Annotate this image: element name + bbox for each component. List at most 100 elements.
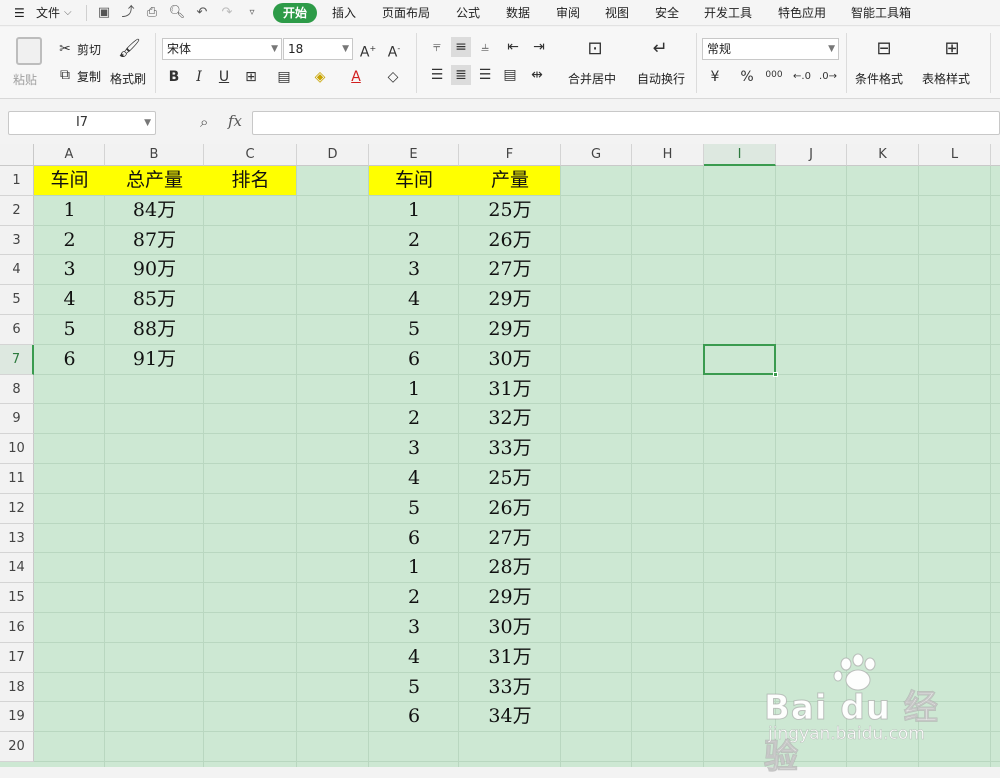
table1-cell[interactable] — [204, 226, 297, 256]
table1-cell[interactable]: 1 — [34, 196, 105, 226]
conditional-format-button[interactable]: 条件格式 — [855, 70, 903, 87]
justify-icon[interactable]: ▤ — [500, 65, 520, 85]
save-icon[interactable]: ▣ — [95, 4, 113, 22]
cut-button[interactable]: 剪切 — [77, 41, 101, 58]
tab-formulas[interactable]: 公式 — [456, 0, 480, 26]
table1-cell[interactable]: 88万 — [105, 315, 204, 345]
table1-cell[interactable]: 87万 — [105, 226, 204, 256]
export-icon[interactable]: ⤴ — [119, 4, 137, 22]
row-header-19[interactable]: 19 — [0, 702, 34, 733]
table1-cell[interactable]: 91万 — [105, 345, 204, 375]
table1-header-cell[interactable]: 排名 — [204, 166, 297, 196]
table2-cell[interactable]: 3 — [369, 613, 459, 643]
format-painter-icon[interactable]: 🖌︎ — [118, 39, 141, 59]
font-name-select[interactable]: 宋体 ▼ — [162, 38, 282, 60]
file-menu[interactable]: 文件 — [36, 0, 60, 26]
zoom-lookup-icon[interactable]: ⌕ — [200, 113, 208, 131]
table2-cell[interactable]: 5 — [369, 494, 459, 524]
row-header-2[interactable]: 2 — [0, 195, 34, 226]
align-top-icon[interactable]: ⫧ — [427, 37, 447, 57]
table1-cell[interactable]: 6 — [34, 345, 105, 375]
row-header-17[interactable]: 17 — [0, 642, 34, 673]
name-box[interactable]: I7 ▼ — [8, 111, 156, 135]
clear-format-icon[interactable]: ◇ — [383, 67, 403, 87]
table2-cell[interactable]: 29万 — [459, 285, 561, 315]
column-header-h[interactable]: H — [632, 144, 704, 166]
column-header-partial[interactable] — [991, 144, 1000, 166]
column-header-e[interactable]: E — [369, 144, 459, 166]
decrease-indent-icon[interactable]: ⇤ — [503, 37, 523, 57]
tab-review[interactable]: 审阅 — [556, 0, 580, 26]
fill-color-icon[interactable]: ◈ — [310, 67, 330, 87]
align-center-icon[interactable]: ≣ — [451, 65, 471, 85]
table2-cell[interactable]: 25万 — [459, 196, 561, 226]
currency-icon[interactable]: ¥ — [705, 67, 725, 87]
align-right-icon[interactable]: ☰ — [475, 65, 495, 85]
italic-button[interactable]: I — [189, 67, 209, 87]
row-header-4[interactable]: 4 — [0, 255, 34, 286]
copy-icon[interactable]: ⧉ — [55, 65, 75, 85]
decrease-decimal-icon[interactable]: .0→ — [816, 67, 840, 87]
tab-view[interactable]: 视图 — [605, 0, 629, 26]
tab-data[interactable]: 数据 — [506, 0, 530, 26]
chevron-down-icon[interactable]: ▼ — [144, 112, 151, 134]
hamburger-menu-icon[interactable]: ☰ — [14, 0, 25, 26]
table2-cell[interactable]: 3 — [369, 434, 459, 464]
table2-cell[interactable]: 6 — [369, 524, 459, 554]
fx-icon[interactable]: fx — [228, 112, 242, 130]
column-header-d[interactable]: D — [297, 144, 369, 166]
column-header-i[interactable]: I — [704, 144, 776, 166]
table2-cell[interactable]: 1 — [369, 375, 459, 405]
row-header-5[interactable]: 5 — [0, 285, 34, 315]
bold-button[interactable]: B — [164, 67, 184, 87]
row-header-6[interactable]: 6 — [0, 315, 34, 345]
column-header-l[interactable]: L — [919, 144, 991, 166]
tab-special-apps[interactable]: 特色应用 — [778, 0, 826, 26]
table1-cell[interactable]: 84万 — [105, 196, 204, 226]
row-header-20[interactable]: 20 — [0, 732, 34, 762]
table2-cell[interactable]: 2 — [369, 226, 459, 256]
table1-cell[interactable] — [204, 345, 297, 375]
thousands-separator-button[interactable]: 000 — [762, 65, 786, 85]
redo-icon[interactable]: ↷ — [218, 4, 236, 22]
table1-cell[interactable] — [204, 196, 297, 226]
table2-cell[interactable]: 1 — [369, 553, 459, 583]
table2-cell[interactable]: 33万 — [459, 673, 561, 703]
font-color-icon[interactable]: A — [346, 67, 366, 87]
row-header-1[interactable]: 1 — [0, 166, 34, 196]
column-header-c[interactable]: C — [204, 144, 297, 166]
align-left-icon[interactable]: ☰ — [427, 65, 447, 85]
table2-header-cell[interactable]: 产量 — [459, 166, 561, 196]
table2-cell[interactable]: 2 — [369, 583, 459, 613]
table2-cell[interactable]: 27万 — [459, 255, 561, 285]
table2-cell[interactable]: 26万 — [459, 494, 561, 524]
print-preview-icon[interactable]: 🔍︎ — [168, 4, 186, 22]
column-header-f[interactable]: F — [459, 144, 561, 166]
column-header-a[interactable]: A — [34, 144, 105, 166]
table-style-icon[interactable]: ⊞ — [942, 39, 962, 59]
fill-pattern-icon[interactable]: ▤ — [274, 67, 294, 87]
table1-cell[interactable] — [204, 315, 297, 345]
table1-cell[interactable]: 5 — [34, 315, 105, 345]
merge-center-button[interactable]: 合并居中 — [568, 70, 616, 87]
table2-header-cell[interactable]: 车间 — [369, 166, 459, 196]
file-menu-chevron-icon[interactable]: ⌵ — [64, 0, 72, 26]
table1-cell[interactable] — [204, 285, 297, 315]
increase-decimal-icon[interactable]: ←.0 — [790, 67, 814, 87]
row-header-18[interactable]: 18 — [0, 672, 34, 703]
table1-cell[interactable]: 90万 — [105, 255, 204, 285]
table2-cell[interactable]: 6 — [369, 345, 459, 375]
table2-cell[interactable]: 31万 — [459, 643, 561, 673]
row-header-7[interactable]: 7 — [0, 344, 34, 375]
decrease-font-icon[interactable]: A- — [384, 39, 404, 61]
formula-input[interactable] — [252, 111, 1000, 135]
fill-handle[interactable] — [773, 371, 778, 377]
increase-indent-icon[interactable]: ⇥ — [529, 37, 549, 57]
row-header-10[interactable]: 10 — [0, 434, 34, 464]
table2-cell[interactable]: 34万 — [459, 702, 561, 732]
underline-button[interactable]: U — [214, 67, 234, 87]
table-style-button[interactable]: 表格样式 — [922, 70, 970, 87]
table1-header-cell[interactable]: 总产量 — [105, 166, 204, 196]
table1-cell[interactable] — [204, 255, 297, 285]
tab-home[interactable]: 开始 — [273, 3, 318, 23]
